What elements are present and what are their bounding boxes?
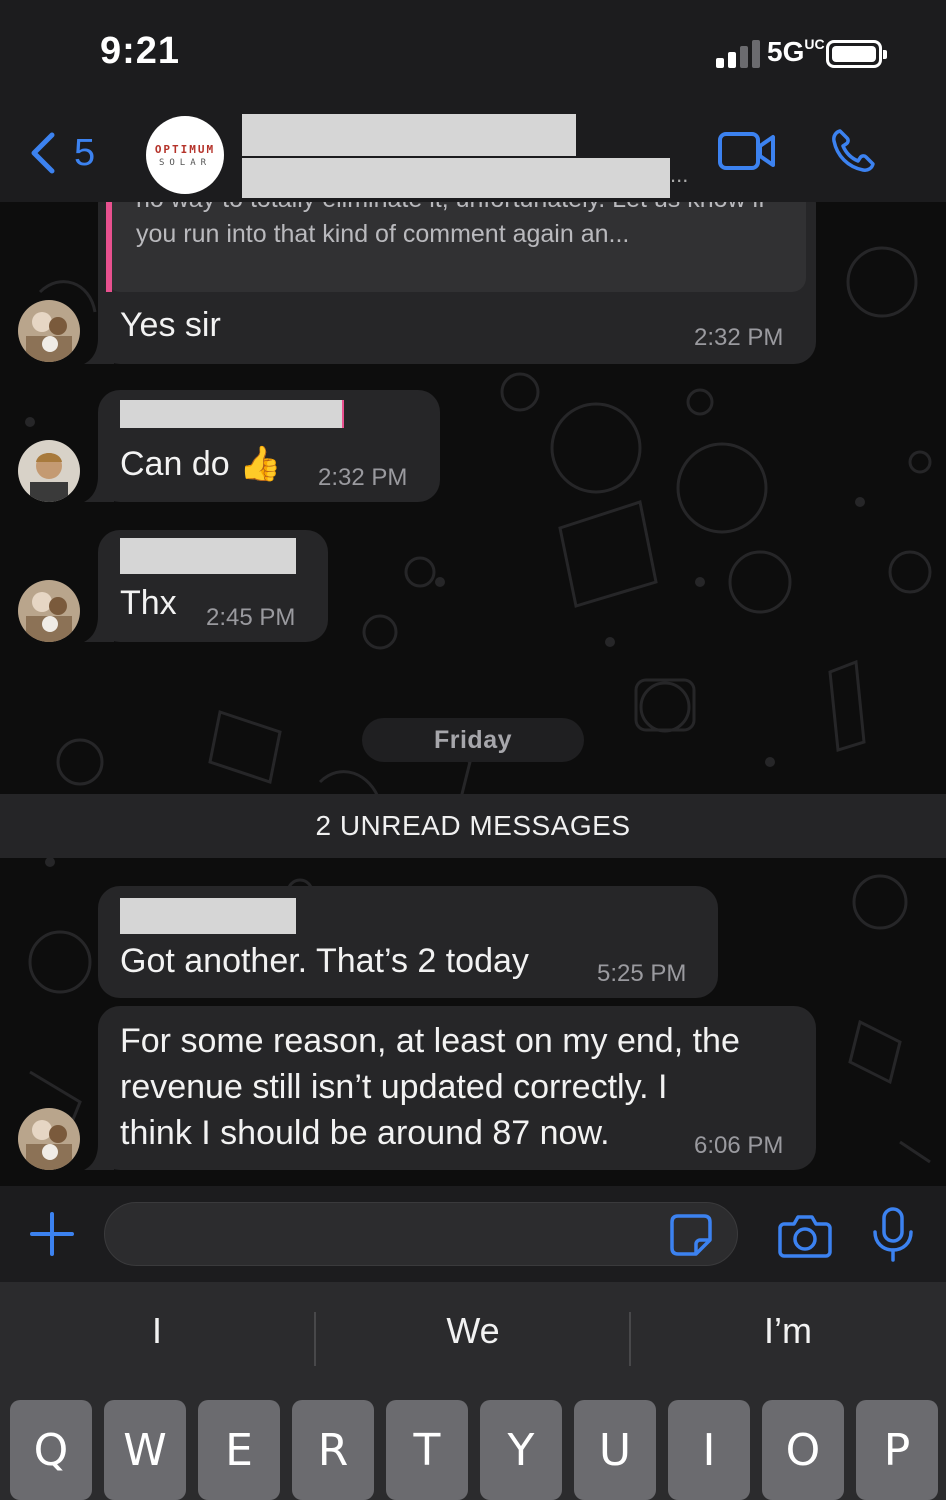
suggestion-we[interactable]: We (316, 1310, 630, 1352)
redacted-sender-name (120, 898, 296, 934)
avatar-photo (18, 1108, 80, 1170)
network-type: 5GUC (767, 36, 825, 67)
chat-header: 5 OPTIMUM SOLAR ... (0, 100, 946, 202)
video-call-icon[interactable] (718, 130, 776, 172)
avatar-photo (18, 300, 80, 362)
message-text-line: think I should be around 87 now. (120, 1114, 610, 1152)
redacted-contact-subtitle (242, 158, 670, 198)
key-e[interactable]: E (198, 1400, 280, 1500)
key-t[interactable]: T (386, 1400, 468, 1500)
key-q[interactable]: Q (10, 1400, 92, 1500)
avatar-photo (18, 580, 80, 642)
battery-icon (826, 40, 887, 68)
redacted-sender-name (120, 400, 344, 428)
key-r[interactable]: R (292, 1400, 374, 1500)
redacted-sender-name (120, 538, 296, 574)
key-u[interactable]: U (574, 1400, 656, 1500)
header-ellipsis: ... (670, 162, 689, 187)
message-time: 2:45 PM (206, 604, 296, 631)
message-time: 5:25 PM (597, 960, 687, 987)
suggestion-im[interactable]: I’m (631, 1310, 945, 1352)
camera-icon[interactable] (778, 1212, 832, 1258)
plus-icon[interactable] (28, 1210, 76, 1258)
thumbs-up-emoji: 👍 (239, 444, 282, 484)
redacted-contact-name[interactable] (242, 114, 576, 156)
message-input[interactable] (104, 1202, 738, 1266)
message-text: Can do 👍 (120, 444, 282, 484)
quoted-text: no way to totally eliminate it, unfortun… (136, 202, 765, 248)
key-w[interactable]: W (104, 1400, 186, 1500)
back-chevron-icon (31, 132, 55, 174)
message-text-line: revenue still isn’t updated correctly. I (120, 1068, 668, 1106)
key-p[interactable]: P (856, 1400, 938, 1500)
key-i[interactable]: I (668, 1400, 750, 1500)
bubble-tail (84, 616, 114, 642)
bubble-tail (84, 476, 114, 502)
suggestion-i[interactable]: I (0, 1310, 314, 1352)
cellular-signal-icon (716, 40, 760, 68)
message-input-bar (0, 1186, 946, 1282)
sender-avatar[interactable] (18, 1108, 80, 1170)
quoted-message[interactable]: no way to totally eliminate it, unfortun… (106, 202, 806, 292)
microphone-icon[interactable] (870, 1206, 916, 1264)
unread-chats-count: 5 (74, 131, 96, 174)
message-time: 6:06 PM (694, 1132, 784, 1159)
logo-text-bottom: SOLAR (158, 157, 212, 168)
logo-text-top: OPTIMUM (154, 142, 216, 156)
day-separator: Friday (362, 718, 584, 762)
sender-avatar[interactable] (18, 300, 80, 362)
predictive-suggestions: I We I’m (0, 1282, 946, 1394)
message-text-line: For some reason, at least on my end, the (120, 1022, 740, 1060)
back-button[interactable]: 5 (28, 128, 95, 178)
avatar-photo (18, 440, 80, 502)
quote-accent-bar (106, 202, 112, 292)
phone-icon[interactable] (830, 128, 876, 174)
key-y[interactable]: Y (480, 1400, 562, 1500)
message-time: 2:32 PM (694, 324, 784, 351)
message-text: Got another. That’s 2 today (120, 942, 529, 980)
unread-messages-banner: 2 UNREAD MESSAGES (0, 794, 946, 858)
status-time: 9:21 (100, 30, 181, 72)
sender-avatar[interactable] (18, 440, 80, 502)
sender-avatar[interactable] (18, 580, 80, 642)
message-time: 2:32 PM (318, 464, 408, 491)
contact-avatar[interactable]: OPTIMUM SOLAR (146, 116, 224, 194)
status-bar: 9:21 5GUC (0, 0, 946, 100)
message-text: Thx (120, 584, 177, 622)
key-o[interactable]: O (762, 1400, 844, 1500)
sticker-icon[interactable] (668, 1212, 714, 1258)
bubble-tail (84, 338, 114, 364)
bubble-tail (84, 1144, 114, 1170)
message-text: Yes sir (120, 306, 221, 344)
keyboard: I We I’m Q W E R T Y U I O P (0, 1282, 946, 1500)
chat-area[interactable]: no way to totally eliminate it, unfortun… (0, 202, 946, 1186)
